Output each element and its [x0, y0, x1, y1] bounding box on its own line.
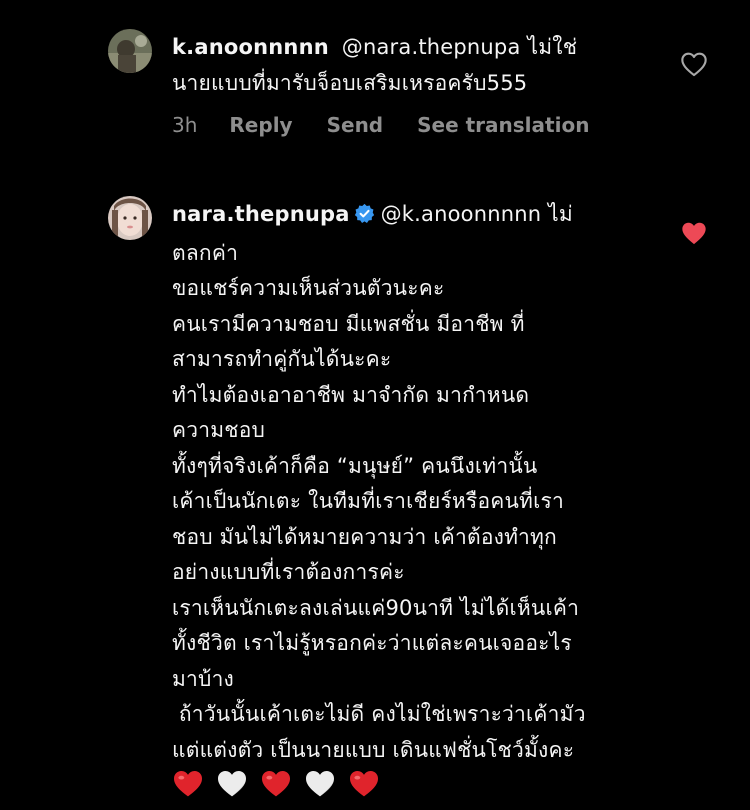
comment-line-14: ถ้าวันนั้นเค้าเตะไม่ดี คงไม่ใช่เพราะว่าเ…	[172, 702, 586, 726]
avatar[interactable]	[108, 29, 152, 73]
send-button[interactable]: Send	[327, 113, 384, 137]
comment-line-13: มาบ้าง	[172, 666, 235, 691]
mention-link[interactable]: @k.anoonnnnn	[381, 202, 542, 226]
comment-text: ไม่	[548, 202, 573, 226]
comment-line-9: ชอบ มันไม่ได้หมายความว่า เค้าต้องทำทุก	[172, 524, 557, 549]
comment-actions: 3h Reply Send See translation	[172, 113, 623, 137]
avatar-photo	[108, 29, 152, 73]
emoji-row	[172, 766, 670, 802]
red-heart-icon	[172, 768, 206, 800]
like-heart-icon[interactable]	[680, 51, 710, 81]
white-heart-icon	[304, 768, 338, 800]
white-heart-icon	[216, 768, 250, 800]
comment-line-4: สามารถทำคู่กันได้นะคะ	[172, 347, 392, 371]
comment-body: k.anoonnnnn @nara.thepnupa ไม่ใช่ นายแบบ…	[172, 30, 670, 101]
mention-link[interactable]: @nara.thepnupa	[342, 35, 521, 59]
comment-line-10: อย่างแบบที่เราต้องการค่ะ	[172, 560, 405, 584]
comment-line: k.anoonnnnn @nara.thepnupa ไม่ใช่	[172, 30, 670, 66]
comment-line: nara.thepnupa @k.anoonnnnn ไม่	[172, 197, 670, 236]
username[interactable]: nara.thepnupa	[172, 202, 350, 226]
reply-button[interactable]: Reply	[229, 113, 292, 137]
avatar-photo	[108, 196, 152, 240]
comment-line-3: คนเรามีความชอบ มีแพสชั่น มีอาชีพ ที่	[172, 311, 525, 336]
comment-text: นายแบบที่มารับจ็อบเสริมเหรอครับ555	[172, 70, 528, 95]
comment-line-5: ทำไมต้องเอาอาชีพ มาจำกัด มากำหนด	[172, 382, 530, 407]
verified-badge-icon	[354, 200, 375, 236]
liked-heart-icon[interactable]	[680, 220, 710, 250]
avatar[interactable]	[108, 196, 152, 240]
username[interactable]: k.anoonnnnn	[172, 35, 329, 59]
see-translation-button[interactable]: See translation	[417, 113, 589, 137]
red-heart-icon	[260, 768, 294, 800]
comment-line-12: ทั้งชีวิต เราไม่รู้หรอกค่ะว่าแต่ละคนเจออ…	[172, 631, 572, 655]
comment-line-11: เราเห็นนักเตะลงเล่นแค่90นาที ไม่ได้เห็นเ…	[172, 595, 580, 620]
comment-body: nara.thepnupa @k.anoonnnnn ไม่ ตลกค่า ขอแ…	[172, 197, 670, 802]
comment-line-7: ทั้งๆที่จริงเค้าก็คือ “มนุษย์” คนนึงเท่า…	[172, 453, 538, 478]
red-heart-icon	[348, 768, 382, 800]
comment-line-1: ตลกค่า	[172, 240, 239, 265]
comment-line-15: แต่แต่งตัว เป็นนายแบบ เดินแฟชั่นโชว์มั้ง…	[172, 737, 575, 762]
timestamp: 3h	[172, 113, 198, 137]
comment-line-8: เค้าเป็นนักเตะ ในทีมที่เราเชียร์หรือคนที…	[172, 489, 564, 513]
comment-line-6: ความชอบ	[172, 418, 266, 442]
comment-text: ไม่ใช่	[527, 35, 578, 59]
comment-line-2: ขอแชร์ความเห็นส่วนตัวนะคะ	[172, 276, 445, 300]
